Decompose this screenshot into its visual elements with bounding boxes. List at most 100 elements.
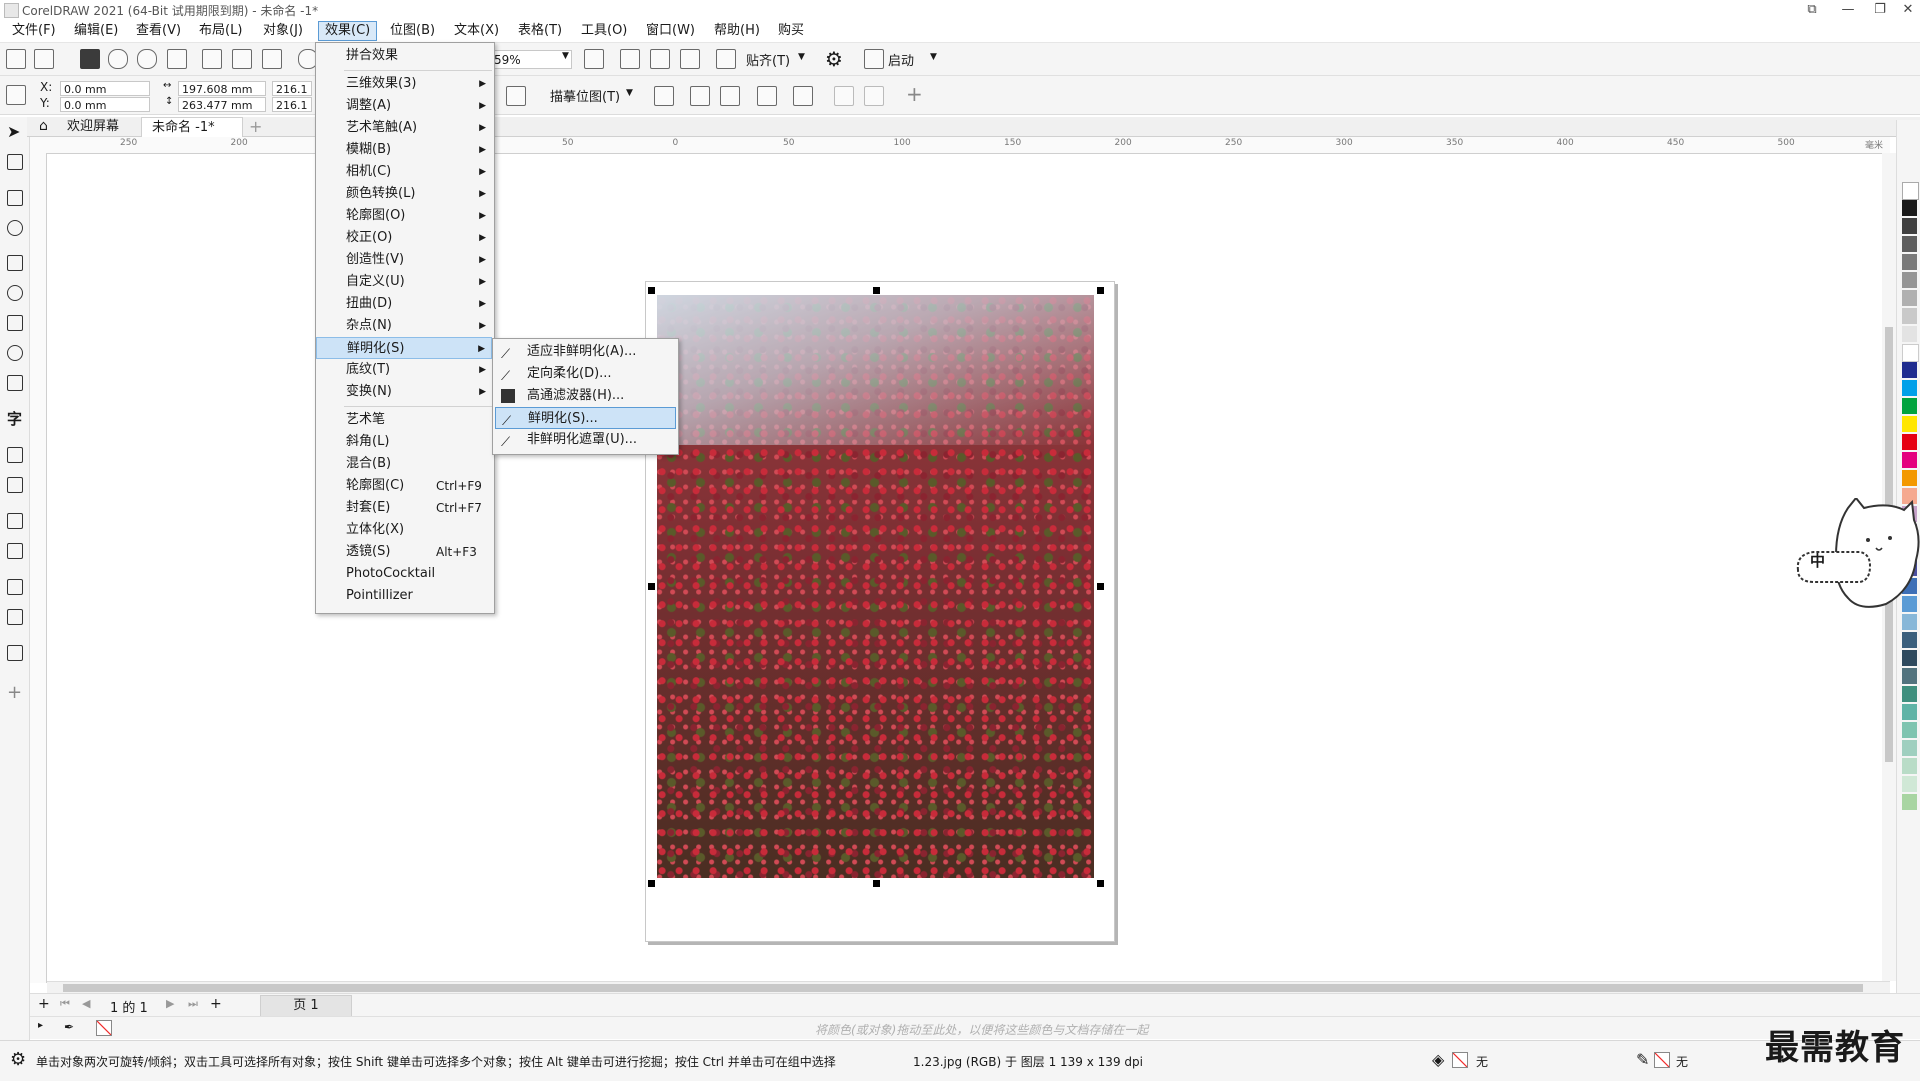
menu-text[interactable]: 文本(X) (448, 22, 505, 40)
pick-tool-icon[interactable]: ➤ (7, 124, 23, 140)
drop-shadow-tool-icon[interactable] (7, 513, 23, 529)
save-icon[interactable] (80, 49, 100, 69)
menu-tools[interactable]: 工具(O) (575, 22, 633, 40)
to-back-icon[interactable] (864, 86, 884, 106)
horizontal-scroll-thumb[interactable] (63, 984, 1863, 992)
swatch-magenta[interactable] (1902, 452, 1917, 468)
artistic-media-tool-icon[interactable] (7, 285, 23, 301)
open-folder-icon[interactable] (34, 49, 54, 69)
new-document-icon[interactable] (6, 49, 26, 69)
outline-pen-icon[interactable]: ✎ (1636, 1050, 1649, 1069)
swatch-aqua[interactable] (1902, 704, 1917, 720)
submenu-item-adaptive-unsharp[interactable]: ⟋ 适应非鲜明化(A)... (495, 341, 676, 363)
edit-bitmap-icon[interactable] (654, 86, 674, 106)
no-color-swatch[interactable] (96, 1020, 112, 1036)
zoom-tool-icon[interactable] (7, 220, 23, 236)
polygon-tool-icon[interactable] (7, 375, 23, 391)
selection-handle-br[interactable] (1097, 880, 1104, 887)
tab-welcome-screen[interactable]: 欢迎屏幕 (57, 117, 129, 136)
selection-handle-tc[interactable] (873, 287, 880, 294)
menu-buy[interactable]: 购买 (772, 22, 810, 40)
selection-handle-tr[interactable] (1097, 287, 1104, 294)
status-settings-icon[interactable]: ⚙ (10, 1049, 26, 1070)
menu-item-3d-effects[interactable]: 三维效果(3) ▶ (316, 73, 492, 95)
add-tab-icon[interactable]: + (239, 117, 272, 136)
shape-tool-icon[interactable] (7, 154, 23, 170)
object-width-input[interactable]: 197.608 mm (178, 81, 266, 96)
swatch-slate[interactable] (1902, 632, 1917, 648)
scale-width-input[interactable]: 216.1 (272, 81, 312, 96)
menu-window[interactable]: 窗口(W) (640, 22, 701, 40)
freehand-tool-icon[interactable] (7, 255, 23, 271)
tab-document[interactable]: 未命名 -1* (141, 117, 243, 137)
first-page-icon[interactable]: ⏮ (60, 997, 70, 1011)
swatch-gray-40[interactable] (1902, 290, 1917, 306)
snap-to-dropdown[interactable]: 贴齐(T) (746, 50, 790, 69)
swatch-gray-50[interactable] (1902, 272, 1917, 288)
swatch-black[interactable] (1902, 200, 1917, 216)
swatch-teal[interactable] (1902, 686, 1917, 702)
menu-item-sharpen[interactable]: 鲜明化(S) ▶ (316, 337, 492, 359)
snap-dropdown-icon[interactable]: ▼ (798, 52, 805, 62)
swatch-mint[interactable] (1902, 722, 1917, 738)
rectangle-tool-icon[interactable] (7, 315, 23, 331)
swatch-navy[interactable] (1902, 362, 1917, 378)
menu-item-blend[interactable]: 混合(B) (316, 453, 492, 475)
swatch-none[interactable] (1902, 182, 1919, 200)
connector-tool-icon[interactable] (7, 477, 23, 493)
zoom-to-page-icon[interactable] (584, 49, 604, 69)
swatch-pale-green[interactable] (1902, 758, 1917, 774)
minimize-button[interactable]: — (1832, 0, 1864, 20)
crop-bitmap-icon[interactable] (506, 86, 526, 106)
interactive-fill-tool-icon[interactable] (7, 609, 23, 625)
page-tab[interactable]: 页 1 (260, 995, 352, 1017)
vertical-ruler[interactable] (30, 153, 47, 983)
export-icon[interactable] (232, 49, 252, 69)
menu-item-lens[interactable]: 透镜(S) Alt+F3 (316, 541, 492, 563)
menu-item-flatten-effect[interactable]: 拼合效果 (316, 45, 492, 67)
menu-view[interactable]: 查看(V) (130, 22, 187, 40)
reference-point-icon[interactable] (6, 85, 26, 105)
y-position-input[interactable]: 0.0 mm (60, 97, 150, 112)
last-page-icon[interactable]: ⏭ (188, 997, 198, 1011)
menu-edit[interactable]: 编辑(E) (68, 22, 124, 40)
swatch-green[interactable] (1902, 398, 1917, 414)
menu-file[interactable]: 文件(F) (6, 22, 62, 40)
eyedropper-tool-icon[interactable] (7, 579, 23, 595)
launch-dropdown-icon[interactable]: ▼ (930, 52, 937, 62)
add-page-before-icon[interactable]: + (38, 996, 50, 1012)
import-icon[interactable] (202, 49, 222, 69)
zoom-level-input[interactable]: 59% (490, 50, 572, 69)
menu-item-contour[interactable]: 轮廓图(O) ▶ (316, 205, 492, 227)
menu-item-custom[interactable]: 自定义(U) ▶ (316, 271, 492, 293)
submenu-item-high-pass[interactable]: 高通滤波器(H)... (495, 385, 676, 407)
fill-none-swatch[interactable] (1452, 1052, 1468, 1068)
selection-handle-bc[interactable] (873, 880, 880, 887)
swatch-cyan[interactable] (1902, 380, 1917, 396)
show-grid-icon[interactable] (650, 49, 670, 69)
object-height-input[interactable]: 263.477 mm (178, 97, 266, 112)
close-button[interactable]: ✕ (1892, 0, 1920, 20)
bitmap-mask-icon[interactable] (720, 86, 740, 106)
full-screen-preview-icon[interactable] (620, 49, 640, 69)
swatch-light-mint[interactable] (1902, 776, 1917, 792)
trace-dropdown-icon[interactable]: ▼ (626, 88, 633, 98)
swatch-gray-60[interactable] (1902, 254, 1917, 270)
menu-item-color-transform[interactable]: 颜色转换(L) ▶ (316, 183, 492, 205)
menu-item-artistic-media[interactable]: 艺术笔 (316, 409, 492, 431)
swatch-teal-gray[interactable] (1902, 668, 1917, 684)
print-icon[interactable] (167, 49, 187, 69)
trace-bitmap-dropdown[interactable]: 描摹位图(T) (550, 86, 620, 105)
menu-bitmaps[interactable]: 位图(B) (384, 22, 441, 40)
options-gear-icon[interactable]: ⚙ (825, 47, 843, 71)
menu-effects[interactable]: 效果(C) (318, 21, 378, 41)
scale-height-input[interactable]: 216.1 (272, 97, 312, 112)
ellipse-tool-icon[interactable] (7, 345, 23, 361)
menu-object[interactable]: 对象(J) (257, 22, 309, 40)
restore-small-icon[interactable]: ⧉ (1796, 0, 1828, 20)
launch-dropdown[interactable]: 启动 (888, 50, 914, 69)
menu-table[interactable]: 表格(T) (512, 22, 568, 40)
menu-layout[interactable]: 布局(L) (193, 22, 248, 40)
menu-item-correction[interactable]: 校正(O) ▶ (316, 227, 492, 249)
swatch-gray-80[interactable] (1902, 218, 1917, 234)
